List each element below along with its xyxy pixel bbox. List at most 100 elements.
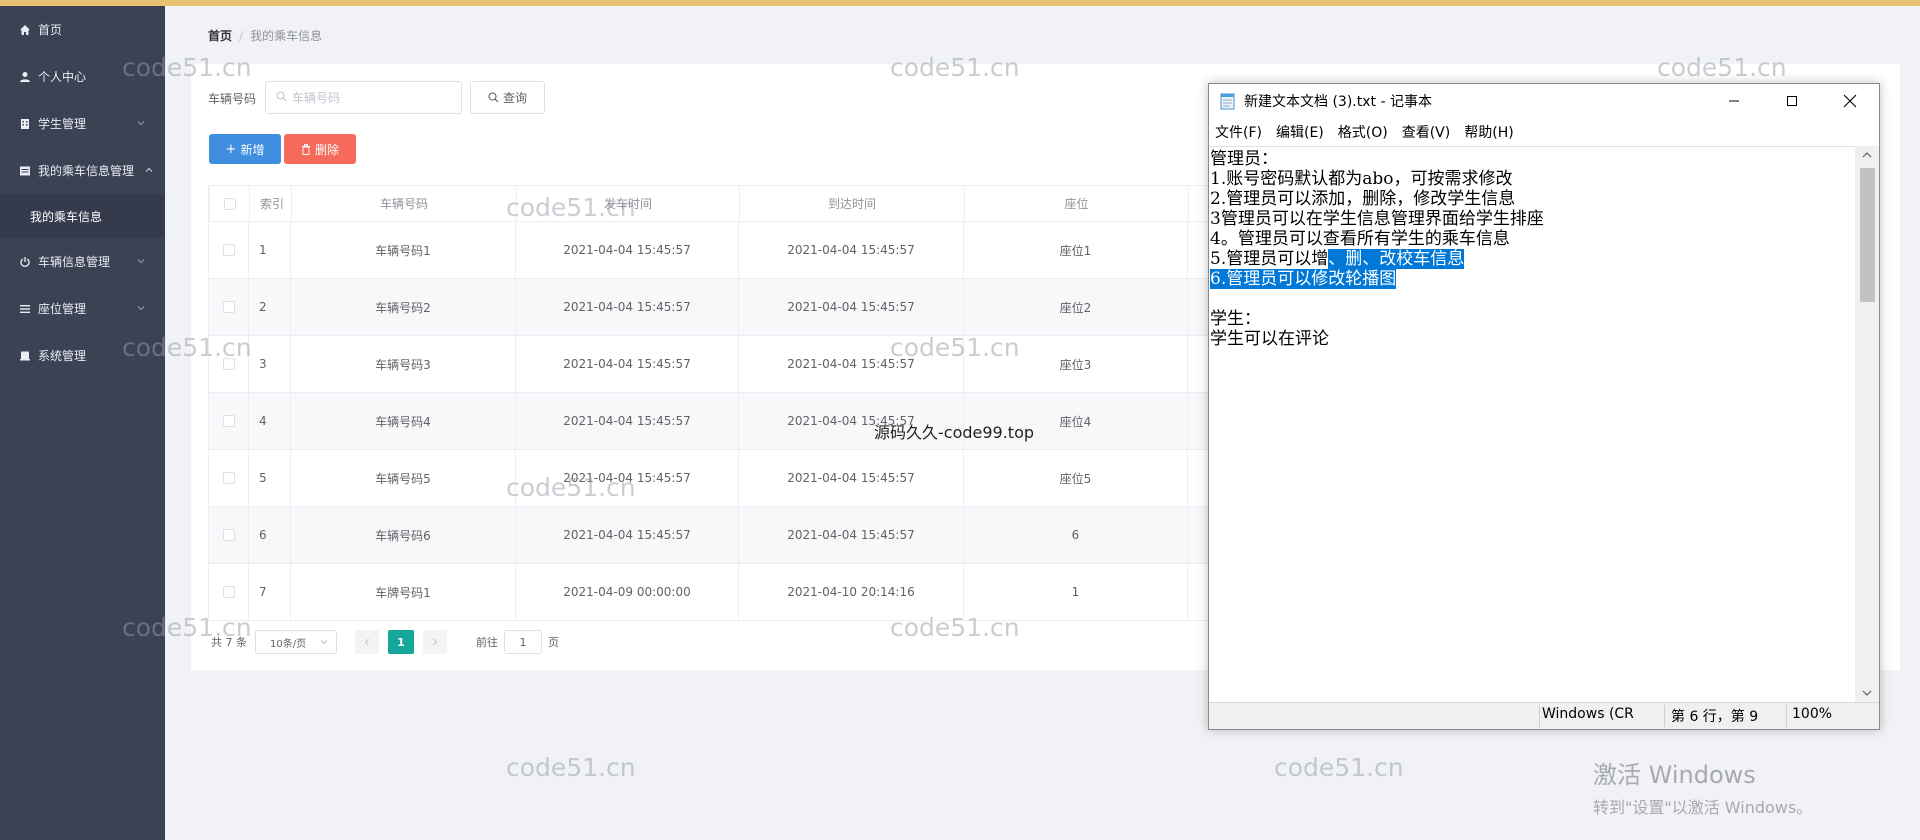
home-icon: [18, 23, 32, 37]
cell-arrive: 2021-04-04 15:45:57: [739, 222, 964, 278]
scroll-down-arrow-icon[interactable]: [1855, 684, 1879, 702]
menu-view[interactable]: 查看(V): [1402, 122, 1451, 142]
page-number-active[interactable]: 1: [388, 630, 414, 654]
header-depart: 发车时间: [517, 186, 740, 221]
search-field[interactable]: [265, 81, 462, 114]
sidebar-item-vehicles[interactable]: 车辆信息管理: [0, 238, 165, 285]
menu-file[interactable]: 文件(F): [1215, 122, 1262, 142]
plus-icon: +: [225, 141, 237, 157]
text-line: [1210, 289, 1854, 309]
header-filler: [1189, 186, 1209, 221]
row-checkbox-cell: [208, 564, 249, 620]
row-checkbox[interactable]: [222, 472, 235, 484]
sidebar-item-label: 座位管理: [38, 302, 87, 316]
row-checkbox-cell: [208, 450, 249, 506]
sidebar-item-students[interactable]: 学生管理: [0, 100, 165, 147]
sidebar-item-system[interactable]: 系统管理: [0, 332, 165, 379]
text-line: 4。管理员可以查看所有学生的乘车信息: [1210, 229, 1510, 249]
top-accent-bar: [0, 0, 1920, 6]
row-checkbox-cell: [208, 279, 249, 335]
delete-button-label: 删除: [314, 142, 339, 157]
table-row[interactable]: 5 车辆号码5 2021-04-04 15:45:57 2021-04-04 1…: [208, 450, 1208, 507]
cell-index: 6: [249, 507, 291, 563]
notepad-statusbar: Windows (CR 第 6 行，第 9 100%: [1209, 702, 1879, 729]
goto-page-input[interactable]: [504, 630, 542, 654]
table-row[interactable]: 3 车辆号码3 2021-04-04 15:45:57 2021-04-04 1…: [208, 336, 1208, 393]
page-suffix: 页: [548, 636, 559, 649]
text-line: 管理员：: [1210, 149, 1278, 169]
activation-subtitle: 转到"设置"以激活 Windows。: [1593, 798, 1813, 817]
select-all-checkbox[interactable]: [223, 197, 236, 210]
text-line: 1.账号密码默认都为abo，可按需求修改: [1210, 169, 1513, 189]
watermark-text: code51.cn: [506, 753, 636, 782]
vertical-scrollbar[interactable]: [1855, 146, 1879, 702]
document-icon: [18, 349, 32, 363]
minimize-icon: [1728, 95, 1740, 107]
delete-button[interactable]: 删除: [284, 134, 356, 164]
minimize-button[interactable]: [1705, 84, 1763, 118]
chevron-right-icon: [431, 638, 439, 646]
table-row[interactable]: 6 车辆号码6 2021-04-04 15:45:57 2021-04-04 1…: [208, 507, 1208, 564]
cell-depart: 2021-04-09 00:00:00: [516, 564, 739, 620]
page-size-select[interactable]: 10条/页: [255, 630, 337, 654]
table-row[interactable]: 2 车辆号码2 2021-04-04 15:45:57 2021-04-04 1…: [208, 279, 1208, 336]
status-divider: [1786, 705, 1787, 727]
row-checkbox[interactable]: [222, 244, 235, 256]
sidebar-subitem-my-ride[interactable]: 我的乘车信息: [0, 194, 165, 238]
table-row[interactable]: 4 车辆号码4 2021-04-04 15:45:57 2021-04-04 1…: [208, 393, 1208, 450]
next-page-button[interactable]: [423, 630, 447, 654]
header-index: 索引: [250, 186, 292, 221]
status-divider: [1539, 705, 1540, 727]
notepad-text-area[interactable]: 管理员： 1.账号密码默认都为abo，可按需求修改 2.管理员可以添加，删除，修改学…: [1209, 146, 1855, 702]
add-button[interactable]: + 新增: [209, 134, 281, 164]
row-checkbox-cell: [208, 393, 249, 449]
chevron-left-icon: [363, 638, 371, 646]
text-line: 学生：: [1210, 309, 1261, 329]
scrollbar-thumb[interactable]: [1860, 168, 1875, 302]
cell-filler: [1188, 450, 1208, 506]
cell-filler: [1188, 507, 1208, 563]
row-checkbox[interactable]: [222, 301, 235, 313]
sidebar-item-home[interactable]: 首页: [0, 6, 165, 53]
text-line: 5.管理员可以增、删、改校车信息: [1210, 249, 1854, 269]
trash-icon: [301, 143, 311, 155]
maximize-button[interactable]: [1763, 84, 1821, 118]
text-plain: 5.管理员可以增: [1210, 249, 1329, 269]
menu-format[interactable]: 格式(O): [1338, 122, 1388, 142]
row-checkbox[interactable]: [222, 358, 235, 370]
sidebar-item-seats[interactable]: 座位管理: [0, 285, 165, 332]
cell-depart: 2021-04-04 15:45:57: [516, 393, 739, 449]
text-selection: 、删、改校车信息: [1328, 249, 1465, 269]
cell-filler: [1188, 393, 1208, 449]
cell-filler: [1188, 564, 1208, 620]
maximize-icon: [1786, 95, 1798, 107]
search-input[interactable]: [292, 90, 452, 105]
watermark-text: code51.cn: [1274, 753, 1404, 782]
text-selection: 6.管理员可以修改轮播图: [1210, 269, 1397, 289]
table-row[interactable]: 1 车辆号码1 2021-04-04 15:45:57 2021-04-04 1…: [208, 222, 1208, 279]
menu-help[interactable]: 帮助(H): [1464, 122, 1513, 142]
scroll-up-arrow-icon[interactable]: [1855, 146, 1879, 164]
chevron-down-icon: [135, 117, 147, 129]
notepad-titlebar[interactable]: 新建文本文档 (3).txt - 记事本: [1209, 84, 1879, 118]
cell-arrive: 2021-04-10 20:14:16: [739, 564, 964, 620]
cell-filler: [1188, 222, 1208, 278]
menu-edit[interactable]: 编辑(E): [1276, 122, 1324, 142]
cell-seat: 座位2: [964, 279, 1188, 335]
sidebar-item-my-ride-mgmt[interactable]: 我的乘车信息管理: [0, 147, 165, 194]
cell-arrive: 2021-04-04 15:45:57: [739, 336, 964, 392]
table-row[interactable]: 7 车牌号码1 2021-04-09 00:00:00 2021-04-10 2…: [208, 564, 1208, 621]
sidebar-item-profile[interactable]: 个人中心: [0, 53, 165, 100]
row-checkbox[interactable]: [222, 586, 235, 598]
query-button[interactable]: 查询: [470, 81, 545, 114]
header-checkbox-cell: [209, 186, 250, 221]
close-button[interactable]: [1821, 84, 1879, 118]
breadcrumb-home[interactable]: 首页: [208, 27, 232, 44]
building-icon: [18, 117, 32, 131]
row-checkbox[interactable]: [222, 529, 235, 541]
sidebar-item-label: 我的乘车信息管理: [38, 164, 135, 178]
row-checkbox[interactable]: [222, 415, 235, 427]
add-button-label: 新增: [240, 142, 265, 157]
prev-page-button[interactable]: [355, 630, 379, 654]
sidebar-item-label: 系统管理: [38, 349, 87, 363]
